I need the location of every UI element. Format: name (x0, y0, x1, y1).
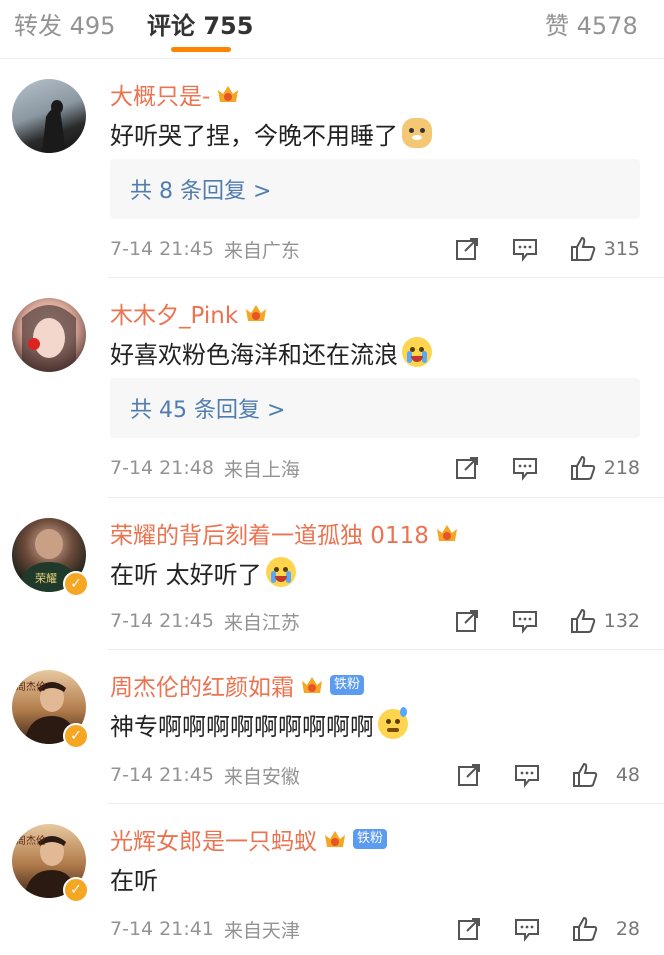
svg-text:荣耀: 荣耀 (35, 572, 57, 585)
comment-time: 7-14 21:48 (110, 457, 214, 479)
crown-level-icon (244, 301, 268, 325)
share-icon[interactable] (454, 236, 480, 262)
comment-time: 7-14 21:45 (110, 610, 214, 632)
comment-source: 来自天津 (223, 919, 300, 942)
tab-likes[interactable]: 赞 4578 (545, 6, 638, 41)
avatar[interactable] (12, 79, 86, 153)
comment-item: 周杰伦 ✓ 光辉女郎是一只蚂蚁 铁粉 在听 7-14 21:41 来自天津 28 (0, 804, 664, 955)
comment-icon[interactable] (512, 455, 538, 481)
like-count: 28 (615, 918, 640, 940)
username[interactable]: 周杰伦的红颜如霜 (110, 668, 294, 702)
like-icon[interactable] (570, 608, 596, 634)
like-icon[interactable] (570, 236, 596, 262)
username[interactable]: 大概只是- (110, 77, 210, 111)
share-icon[interactable] (456, 916, 482, 942)
tab-comments[interactable]: 评论 755 (147, 6, 253, 41)
view-replies-link[interactable]: 共 8 条回复 > (130, 173, 271, 205)
verified-badge-icon: ✓ (63, 877, 89, 903)
comment-item: 荣耀 ✓ 荣耀的背后刻着一道孤独 0118 在听 太好听了 7-14 21:45… (0, 498, 664, 650)
silhouette-icon (42, 100, 66, 153)
like-count: 48 (615, 764, 640, 786)
comment-text: 在听 太好听了 (110, 560, 262, 589)
comment-source: 来自广东 (223, 239, 300, 262)
verified-badge-icon: ✓ (63, 571, 89, 597)
share-icon[interactable] (454, 608, 480, 634)
iron-fan-badge: 铁粉 (353, 829, 388, 849)
username[interactable]: 木木夕_Pink (110, 296, 238, 330)
svg-text:周杰伦: 周杰伦 (16, 680, 46, 693)
comment-text: 在听 (110, 866, 158, 895)
comment-icon[interactable] (514, 762, 540, 788)
comment-time: 7-14 21:45 (110, 238, 214, 260)
like-icon[interactable] (572, 762, 598, 788)
crown-level-icon (300, 673, 324, 697)
crown-level-icon (323, 827, 347, 851)
comment-icon[interactable] (512, 236, 538, 262)
comment-time: 7-14 21:45 (110, 764, 214, 786)
comment-source: 来自上海 (223, 458, 300, 481)
sweat-emoji-icon (378, 707, 408, 739)
crown-level-icon (216, 82, 240, 106)
like-count: 315 (603, 238, 640, 260)
doge-emoji-icon (402, 118, 432, 148)
comment-item: 大概只是- 好听哭了捏，今晚不用睡了 共 8 条回复 > 7-14 21:45 … (0, 59, 664, 278)
view-replies-link[interactable]: 共 45 条回复 > (130, 392, 285, 424)
comment-item: 周杰伦 ✓ 周杰伦的红颜如霜 铁粉 神专啊啊啊啊啊啊啊啊啊 7-14 21:45… (0, 650, 664, 804)
iron-fan-badge: 铁粉 (330, 675, 365, 695)
comment-item: 木木夕_Pink 好喜欢粉色海洋和还在流浪 共 45 条回复 > 7-14 21… (0, 278, 664, 498)
comment-source: 来自安徽 (223, 765, 300, 788)
svg-text:周杰伦: 周杰伦 (16, 834, 46, 847)
comment-text: 好喜欢粉色海洋和还在流浪 (110, 340, 398, 369)
share-icon[interactable] (456, 762, 482, 788)
active-tab-indicator (171, 47, 231, 52)
username[interactable]: 荣耀的背后刻着一道孤独 0118 (110, 516, 429, 550)
like-count: 132 (603, 610, 640, 632)
crown-level-icon (435, 521, 459, 545)
reply-summary[interactable]: 共 45 条回复 > (110, 378, 640, 438)
avatar[interactable] (12, 298, 86, 372)
username[interactable]: 光辉女郎是一只蚂蚁 (110, 822, 317, 856)
verified-badge-icon: ✓ (63, 723, 89, 749)
comment-icon[interactable] (514, 916, 540, 942)
comment-source: 来自江苏 (223, 611, 300, 634)
reply-summary[interactable]: 共 8 条回复 > (110, 159, 640, 219)
like-icon[interactable] (570, 455, 596, 481)
comment-icon[interactable] (512, 608, 538, 634)
tab-reposts[interactable]: 转发 495 (14, 6, 115, 41)
like-count: 218 (603, 457, 640, 479)
comment-text: 神专啊啊啊啊啊啊啊啊啊 (110, 712, 374, 741)
crying-emoji-icon (265, 557, 296, 587)
crying-emoji-icon (402, 337, 432, 367)
like-icon[interactable] (572, 916, 598, 942)
girl-face-icon (22, 305, 76, 372)
share-icon[interactable] (454, 455, 480, 481)
comment-tabs: 转发 495 评论 755 赞 4578 (0, 0, 664, 59)
comment-time: 7-14 21:41 (110, 918, 214, 940)
comment-text: 好听哭了捏，今晚不用睡了 (110, 121, 398, 150)
